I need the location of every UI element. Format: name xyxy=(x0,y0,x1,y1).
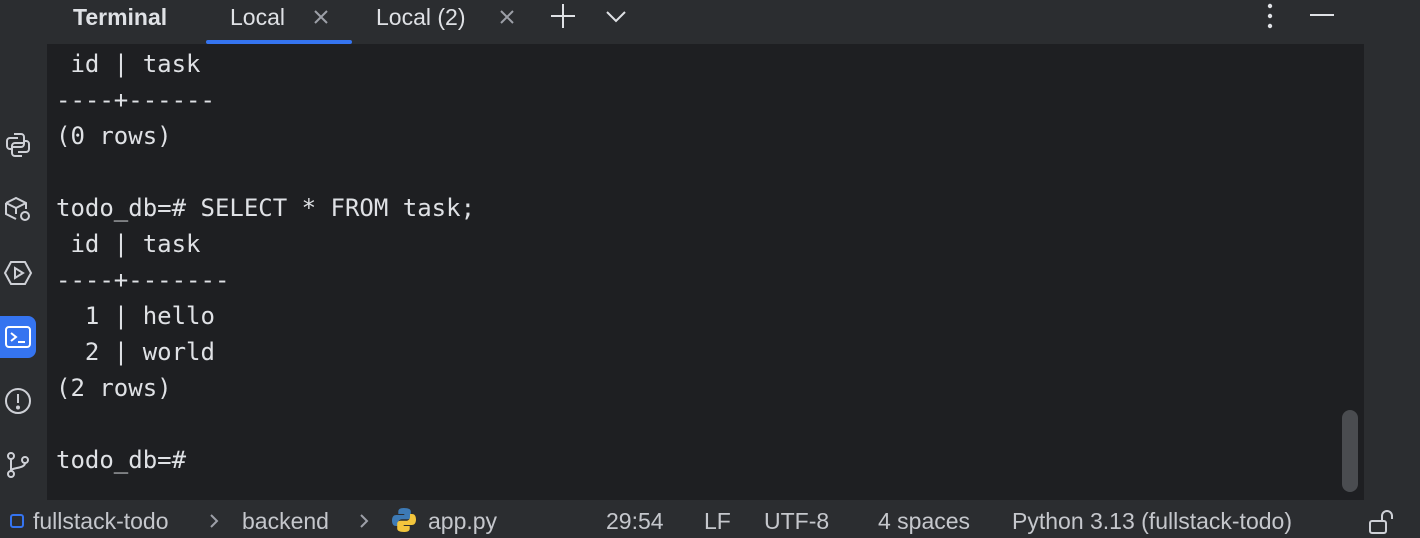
terminal-icon xyxy=(5,326,31,348)
file-encoding[interactable]: UTF-8 xyxy=(764,508,829,535)
tab-label: Local xyxy=(230,4,285,30)
chevron-right-icon xyxy=(210,514,219,528)
breadcrumb-file[interactable]: app.py xyxy=(428,508,497,535)
terminal-line: 1 | hello xyxy=(56,302,215,330)
close-icon[interactable] xyxy=(498,8,516,26)
tab-label: Local (2) xyxy=(376,4,466,30)
terminal-line: (0 rows) xyxy=(56,122,172,150)
packages-icon xyxy=(5,196,30,221)
right-tool-strip xyxy=(1364,0,1420,500)
terminal-tabbar: Terminal Local Local (2) xyxy=(47,0,1364,44)
terminal-line: todo_db=# SELECT * FROM task; xyxy=(56,194,476,222)
panel-title: Terminal xyxy=(73,4,168,30)
status-bar: fullstack-todo backend app.py 29:54 LF U… xyxy=(0,500,1420,538)
python-console-button[interactable] xyxy=(0,124,36,166)
lock-open-icon[interactable] xyxy=(1367,508,1395,536)
version-control-button[interactable] xyxy=(0,444,36,486)
git-icon xyxy=(7,452,29,478)
tab-local-2[interactable]: Local (2) xyxy=(376,2,526,44)
minimize-icon[interactable] xyxy=(1308,2,1336,30)
line-ending[interactable]: LF xyxy=(704,508,731,535)
terminal-panel: Terminal Local Local (2) id | task----+ xyxy=(47,0,1364,500)
active-tab-indicator xyxy=(206,40,352,44)
add-icon[interactable] xyxy=(549,2,577,30)
chevron-right-icon xyxy=(360,514,369,528)
project-icon xyxy=(10,514,24,528)
caret-position[interactable]: 29:54 xyxy=(606,508,664,535)
terminal-line: id | task xyxy=(56,230,201,258)
python-packages-button[interactable] xyxy=(0,188,36,230)
left-tool-strip xyxy=(0,0,47,500)
services-icon xyxy=(3,261,33,285)
python-console-icon xyxy=(6,133,30,157)
terminal-prompt-line: todo_db=# xyxy=(56,446,187,474)
breadcrumb-folder[interactable]: backend xyxy=(242,508,329,535)
indent-setting[interactable]: 4 spaces xyxy=(878,508,970,535)
python-interpreter[interactable]: Python 3.13 (fullstack-todo) xyxy=(1012,508,1292,535)
terminal-output[interactable]: id | task ----+------ (0 rows) todo_db=# SE… xyxy=(56,46,1346,496)
problems-icon xyxy=(5,388,31,414)
services-button[interactable] xyxy=(0,252,36,294)
problems-button[interactable] xyxy=(0,380,36,422)
terminal-line: 2 | world xyxy=(56,338,215,366)
terminal-line: ----+------ xyxy=(56,86,215,114)
terminal-line: ----+------- xyxy=(56,266,230,294)
tab-local[interactable]: Local xyxy=(230,2,370,44)
terminal-tool-button[interactable] xyxy=(0,316,36,358)
terminal-scrollbar[interactable] xyxy=(1342,410,1358,492)
chevron-down-icon[interactable] xyxy=(602,2,630,30)
terminal-line: (2 rows) xyxy=(56,374,172,402)
python-file-icon xyxy=(392,508,416,532)
more-vertical-icon[interactable] xyxy=(1256,2,1284,30)
breadcrumb-project[interactable]: fullstack-todo xyxy=(33,508,169,535)
terminal-line: id | task xyxy=(56,50,201,78)
close-icon[interactable] xyxy=(312,8,330,26)
